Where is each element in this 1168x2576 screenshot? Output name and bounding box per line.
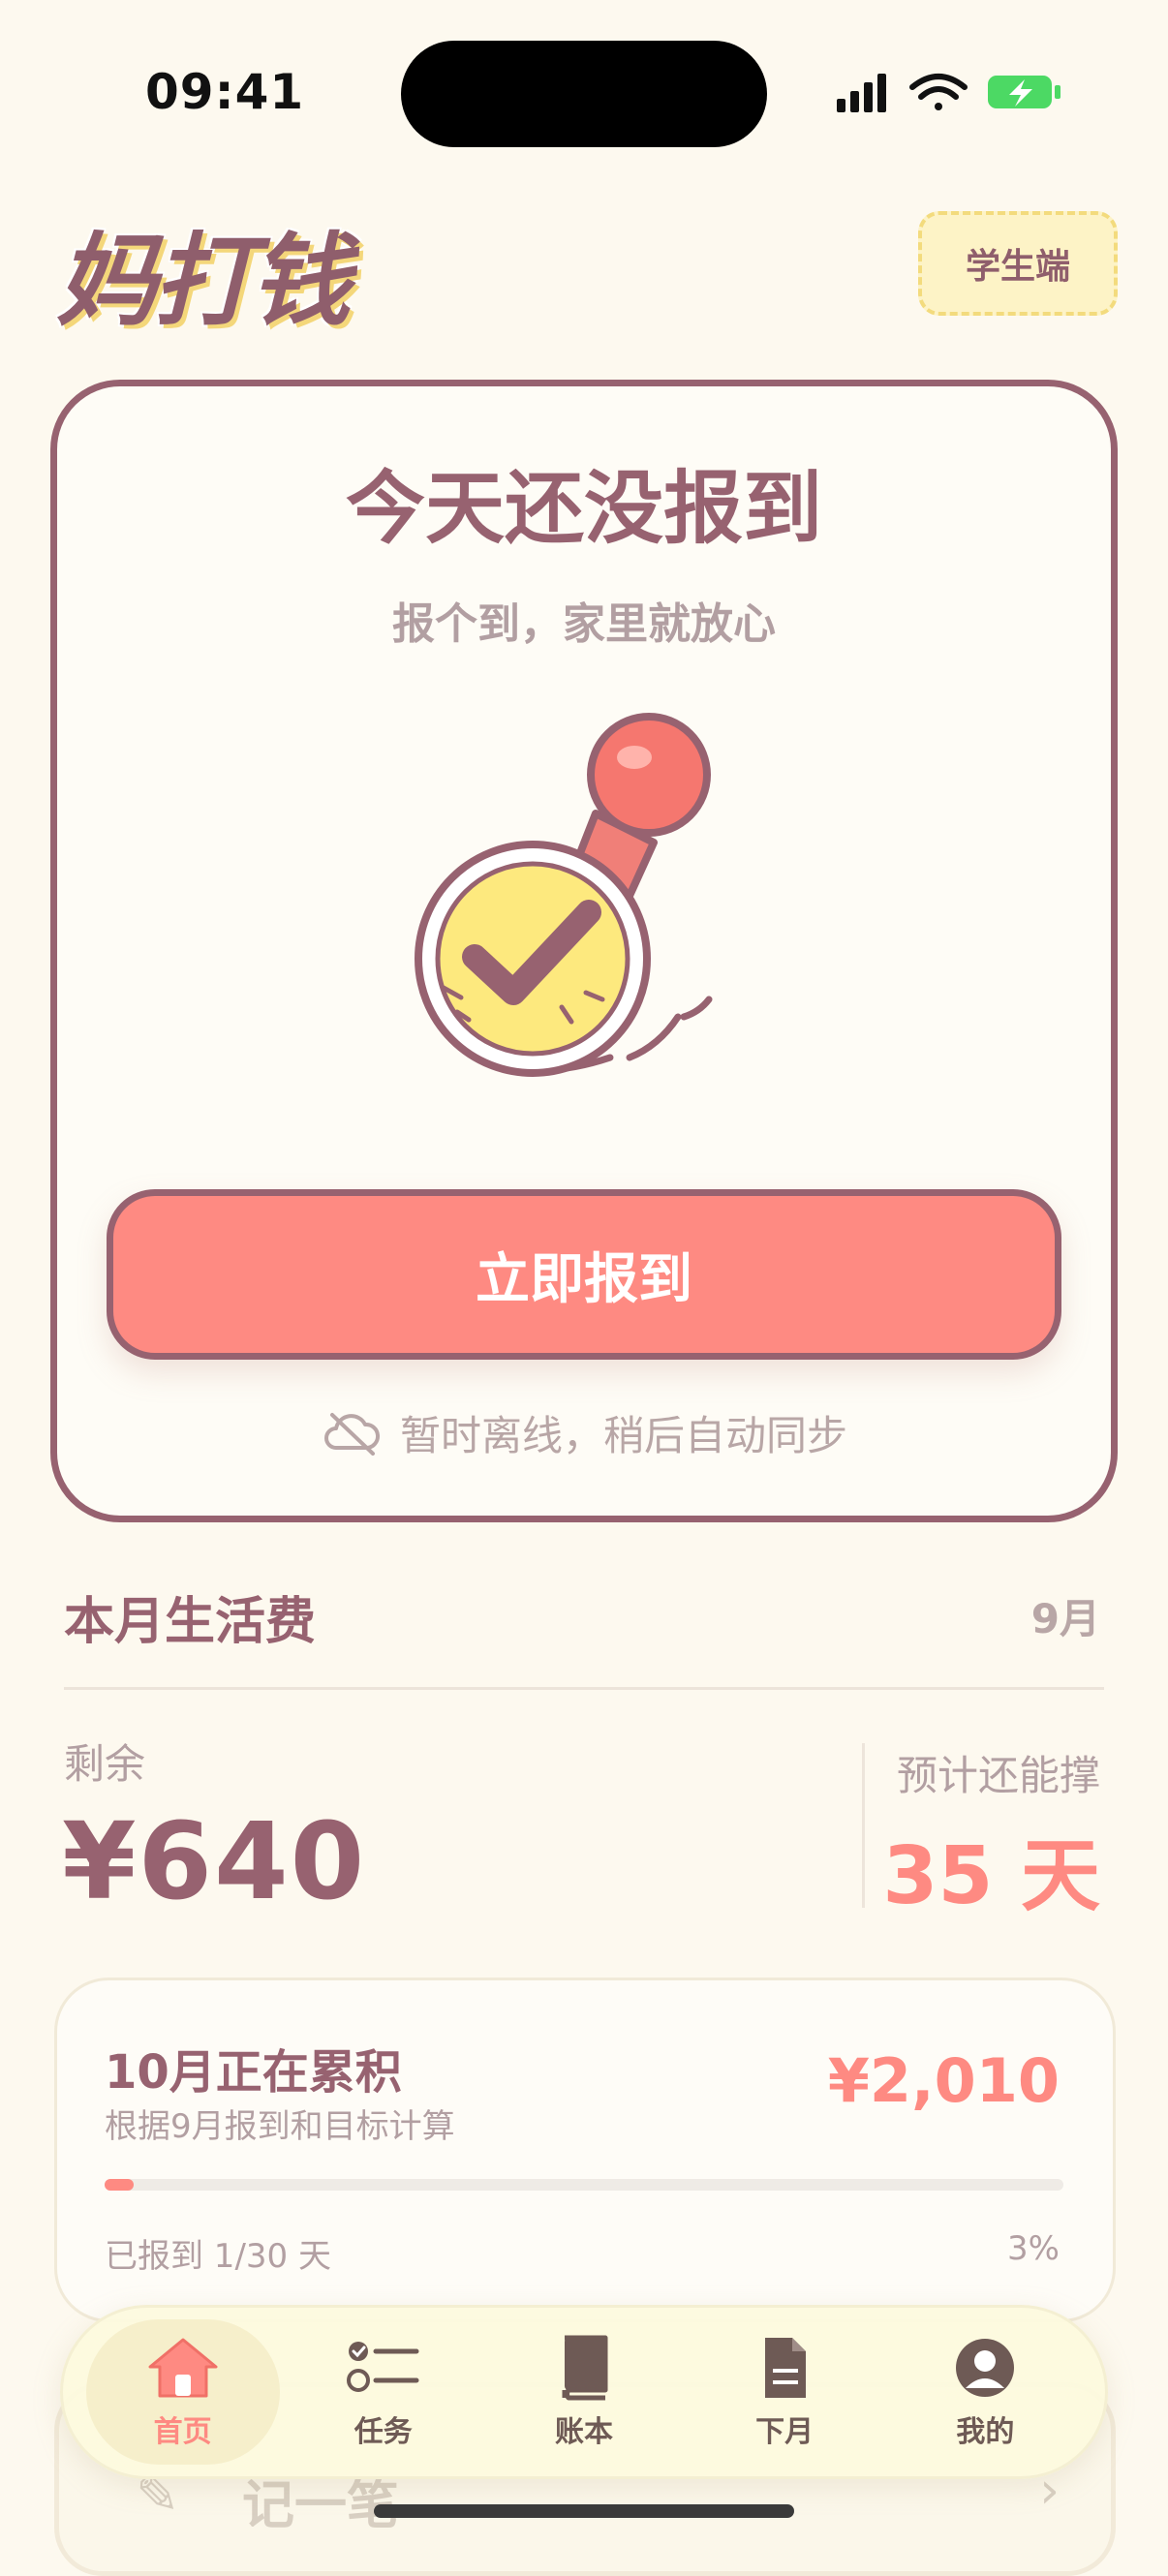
accumulate-subtitle: 根据9月报到和目标计算 [105, 2107, 455, 2146]
remaining-label: 剩余 [64, 1740, 146, 1788]
home-indicator [374, 2504, 794, 2518]
accumulate-progress-bar [105, 2179, 1063, 2191]
accumulate-title: 10月正在累积 [105, 2045, 402, 2100]
offline-text: 暂时离线，稍后自动同步 [399, 1411, 847, 1459]
signal-icon [837, 74, 886, 112]
task-list-icon [346, 2342, 419, 2392]
tab-home[interactable]: 首页 [85, 2319, 280, 2465]
ledger-book-icon [562, 2335, 608, 2401]
role-badge[interactable]: 学生端 [918, 211, 1118, 316]
dynamic-island [401, 41, 767, 147]
tab-tasks-label: 任务 [353, 2415, 413, 2449]
progress-fill [105, 2179, 134, 2191]
app-logo: 妈打钱 [56, 222, 351, 340]
tab-tasks[interactable]: 任务 [287, 2319, 480, 2465]
checkin-title: 今天还没报到 [345, 463, 822, 555]
tab-profile-label: 我的 [956, 2415, 1015, 2449]
offline-notice: 暂时离线，稍后自动同步 [0, 1398, 1168, 1466]
tab-home-label: 首页 [153, 2415, 212, 2449]
days-left-label: 预计还能撑 [896, 1752, 1100, 1799]
status-time: 09:41 [145, 64, 305, 120]
accumulate-amount: ¥2,010 [827, 2045, 1060, 2116]
status-icons [837, 74, 1060, 112]
budget-separator [862, 1743, 865, 1908]
tab-profile[interactable]: 我的 [888, 2319, 1082, 2465]
progress-text: 已报到 1/30 天 [105, 2237, 331, 2276]
tab-next-month[interactable]: 下月 [688, 2319, 881, 2465]
stamp-check-icon [415, 713, 713, 1077]
wifi-icon [909, 74, 968, 110]
tab-bar: 首页 任务 账本 下月 我的 [60, 2305, 1108, 2479]
budget-divider [64, 1687, 1104, 1690]
remaining-amount: ¥640 [62, 1799, 367, 1923]
profile-icon [956, 2339, 1015, 2397]
battery-charging-icon [988, 76, 1060, 108]
tab-ledger[interactable]: 账本 [487, 2319, 681, 2465]
budget-month[interactable]: 9月 [1031, 1586, 1100, 1645]
days-left-value: 35 天 [882, 1830, 1100, 1922]
progress-percent: 3% [1007, 2229, 1060, 2268]
tab-next-month-label: 下月 [755, 2415, 815, 2449]
document-icon [765, 2338, 807, 2398]
checkin-subtitle: 报个到，家里就放心 [392, 599, 776, 649]
tab-ledger-label: 账本 [554, 2415, 613, 2449]
home-icon [148, 2338, 218, 2398]
budget-title: 本月生活费 [64, 1593, 317, 1651]
checkin-button[interactable]: 立即报到 [107, 1189, 1061, 1360]
cloud-offline-icon [324, 1413, 380, 1456]
